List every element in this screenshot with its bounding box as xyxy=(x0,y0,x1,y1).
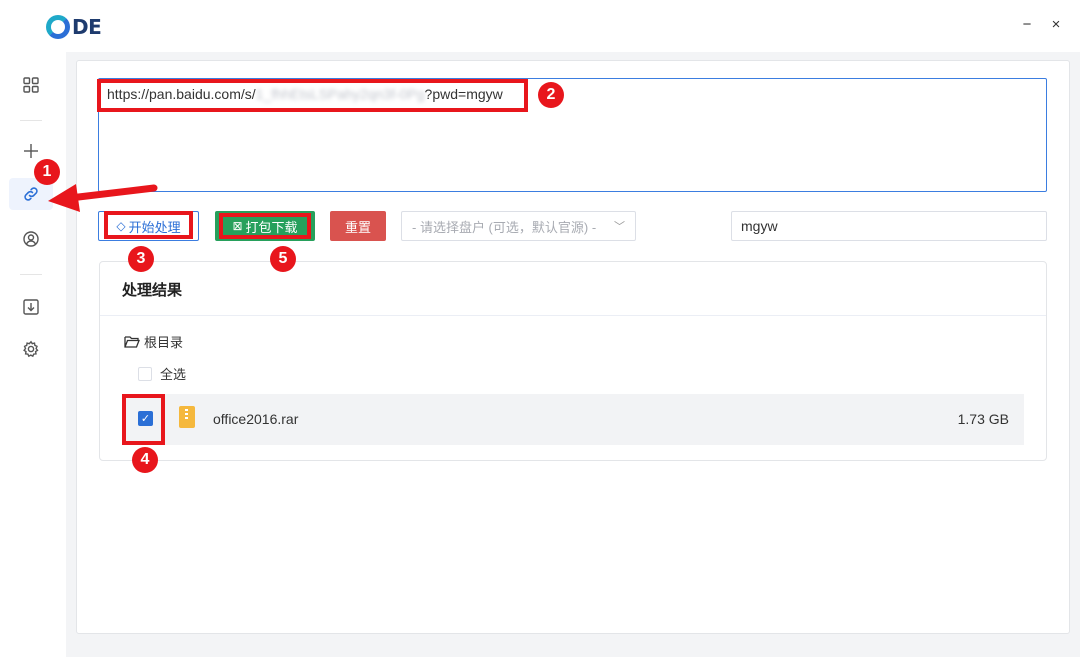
gear-icon[interactable] xyxy=(18,336,44,362)
select-all-checkbox[interactable] xyxy=(138,366,152,381)
close-button[interactable]: × xyxy=(1046,16,1066,33)
sidebar xyxy=(0,52,62,657)
select-all-row[interactable]: 全选 xyxy=(138,364,186,383)
annotation-number-2: 2 xyxy=(538,82,564,108)
folder-open-icon xyxy=(124,335,140,348)
root-folder-label: 根目录 xyxy=(144,335,184,350)
minimize-button[interactable]: − xyxy=(1017,16,1037,33)
archive-file-icon xyxy=(179,406,195,428)
result-divider xyxy=(100,315,1046,316)
result-title: 处理结果 xyxy=(122,282,183,299)
user-icon[interactable] xyxy=(18,226,44,252)
select-all-label: 全选 xyxy=(160,367,187,382)
file-name: office2016.rar xyxy=(213,411,299,427)
title-bar: DE − × xyxy=(0,0,1080,52)
password-input[interactable] xyxy=(731,211,1047,241)
annotation-arrow-icon xyxy=(48,184,158,212)
file-size: 1.73 GB xyxy=(957,411,1009,427)
reset-button[interactable]: 重置 xyxy=(330,211,386,241)
disk-select-placeholder: - 请选择盘户 (可选，默认官源) - xyxy=(412,219,597,235)
logo-ring-icon xyxy=(46,15,70,39)
annotation-box-checkbox xyxy=(122,394,165,445)
annotation-box-url xyxy=(97,79,528,112)
annotation-box-pack xyxy=(219,213,311,239)
file-row[interactable]: ✓ office2016.rar 1.73 GB xyxy=(123,394,1024,445)
logo-text: DE xyxy=(72,15,102,39)
annotation-number-3: 3 xyxy=(128,246,154,272)
annotation-number-4: 4 xyxy=(132,447,158,473)
root-folder[interactable]: 根目录 xyxy=(124,332,183,351)
annotation-number-5: 5 xyxy=(270,246,296,272)
sidebar-divider xyxy=(20,120,42,121)
apps-grid-icon[interactable] xyxy=(18,72,44,98)
chevron-down-icon: ﹀ xyxy=(614,221,625,233)
app-logo: DE xyxy=(46,14,102,40)
disk-select[interactable]: - 请选择盘户 (可选，默认官源) - ﹀ xyxy=(401,211,636,241)
sidebar-divider xyxy=(20,274,42,275)
result-card: 处理结果 根目录 全选 ✓ office2016.rar 1.73 GB xyxy=(99,261,1047,461)
download-icon[interactable] xyxy=(18,294,44,320)
